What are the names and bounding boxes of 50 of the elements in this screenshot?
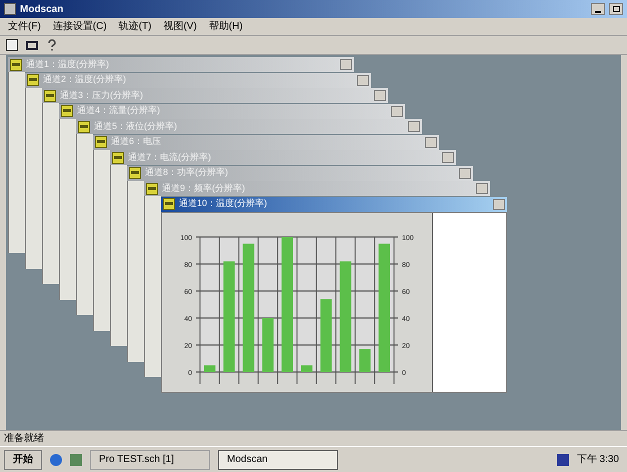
child-title: 通道10：温度(分辨率) [179, 197, 268, 210]
taskbar-button[interactable]: Modscan [218, 450, 338, 470]
menu-item[interactable]: 文件(F) [8, 19, 41, 34]
start-button[interactable]: 开始 [4, 450, 42, 470]
menu-item[interactable]: 帮助(H) [208, 19, 243, 34]
document-icon [129, 167, 141, 179]
document-icon [112, 152, 124, 164]
child-title: 通道2：温度(分辨率) [43, 73, 126, 86]
restore-button[interactable] [425, 136, 437, 148]
restore-button[interactable] [340, 59, 352, 70]
document-icon [44, 90, 56, 102]
clock: 下午 3:30 [576, 453, 620, 467]
child-title: 通道6：电压 [111, 135, 162, 148]
restore-button[interactable] [408, 121, 420, 132]
menu-item[interactable]: 视图(V) [163, 19, 197, 34]
child-title: 通道4：流量(分辨率) [77, 104, 160, 118]
desktop-icon[interactable] [70, 454, 82, 466]
document-icon [27, 74, 39, 86]
child-title: 通道8：功率(分辨率) [145, 166, 228, 180]
child-title: 通道3：压力(分辨率) [60, 88, 143, 102]
restore-button[interactable] [459, 168, 471, 178]
restore-button[interactable] [476, 183, 488, 194]
document-icon [163, 198, 175, 210]
document-icon [95, 136, 107, 148]
restore-button[interactable] [357, 74, 369, 86]
document-icon [146, 182, 158, 194]
restore-button[interactable] [442, 152, 454, 163]
child-title: 通道5：液位(分辨率) [94, 120, 177, 133]
child-title: 通道9：频率(分辨率) [162, 182, 245, 195]
restore-button[interactable] [493, 198, 505, 210]
browser-icon[interactable] [50, 454, 62, 466]
restore-button[interactable] [391, 106, 403, 116]
status-text: 准备就绪 [4, 432, 44, 446]
window-title: Modscan [20, 2, 64, 16]
bar [359, 348, 371, 372]
child-title: 通道7：电流(分辨率) [128, 150, 211, 164]
child-title: 通道1：温度(分辨率) [26, 58, 109, 71]
taskbar-button[interactable]: Pro TEST.sch [1] [90, 450, 210, 470]
grid-icon[interactable] [4, 37, 20, 53]
minimize-button[interactable] [591, 3, 605, 15]
document-icon [78, 120, 90, 132]
bar [262, 318, 274, 372]
menu-item[interactable]: 连接设置(C) [52, 19, 107, 34]
document-icon [61, 105, 73, 117]
menu-item[interactable]: 轨迹(T) [118, 19, 152, 34]
child-title-bar[interactable]: 通道10：温度(分辨率) [161, 196, 507, 212]
document-icon [10, 58, 22, 70]
tray-icon [556, 454, 569, 466]
maximize-button[interactable] [609, 3, 623, 15]
restore-button[interactable] [374, 90, 386, 101]
